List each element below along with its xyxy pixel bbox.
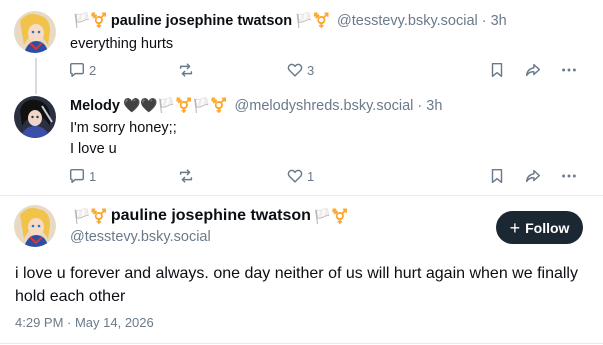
- profile-flag-emoji: 🏳️⚧️: [313, 207, 349, 224]
- post-text: I'm sorry honey;; I love u: [70, 118, 177, 160]
- avatar[interactable]: [14, 96, 56, 138]
- post-timestamp[interactable]: 4:29 PM · May 14, 2026: [15, 315, 154, 330]
- bookmark-icon: [488, 167, 506, 185]
- post-header: 🏳️⚧️ pauline josephine twatson 🏳️⚧️ @tes…: [70, 12, 507, 29]
- like-count: 3: [307, 62, 315, 78]
- author-handle[interactable]: @tesstevy.bsky.social: [70, 229, 211, 245]
- heart-icon: [286, 167, 304, 185]
- post-actions: 1 1: [68, 167, 598, 187]
- divider: [0, 195, 603, 196]
- post-thread: 🏳️⚧️ pauline josephine twatson 🏳️⚧️ @tes…: [0, 0, 603, 345]
- bookmark-icon: [488, 61, 506, 79]
- author-handle[interactable]: @tesstevy.bsky.social: [337, 13, 478, 29]
- like-count: 1: [307, 168, 315, 184]
- more-options-button[interactable]: [560, 167, 578, 185]
- repost-button[interactable]: [177, 61, 198, 79]
- repost-icon: [177, 167, 195, 185]
- profile-flag-emoji: 🖤🖤🏳️⚧️🏳️⚧️: [122, 97, 228, 113]
- like-button[interactable]: 1: [286, 167, 314, 185]
- repost-icon: [177, 61, 195, 79]
- profile-flag-emoji: 🏳️⚧️: [295, 12, 331, 28]
- share-icon: [524, 167, 542, 185]
- post-text: everything hurts: [70, 34, 173, 55]
- bookmark-button[interactable]: [488, 61, 506, 79]
- post-text-line: I'm sorry honey;;: [70, 120, 177, 136]
- divider: [0, 343, 603, 344]
- reply-icon: [68, 167, 86, 185]
- post-time[interactable]: 3h: [426, 98, 442, 114]
- reply-count: 1: [89, 168, 97, 184]
- reply-button[interactable]: 1: [68, 167, 96, 185]
- author-handle[interactable]: @melodyshreds.bsky.social: [235, 98, 414, 114]
- author-name[interactable]: pauline josephine twatson: [111, 207, 311, 225]
- profile-flag-emoji: 🏳️⚧️: [73, 12, 108, 28]
- share-button[interactable]: [524, 167, 542, 185]
- share-button[interactable]: [524, 61, 542, 79]
- like-button[interactable]: 3: [286, 61, 314, 79]
- repost-button[interactable]: [177, 167, 198, 185]
- post-actions: 2 3: [68, 61, 598, 81]
- main-post-text: i love u forever and always. one day nei…: [15, 265, 578, 305]
- main-author-name-row: 🏳️⚧️ pauline josephine twatson 🏳️⚧️: [70, 207, 352, 225]
- plus-icon: +: [509, 217, 521, 238]
- heart-icon: [286, 61, 304, 79]
- reply-count: 2: [89, 62, 97, 78]
- share-icon: [524, 61, 542, 79]
- follow-button[interactable]: + Follow: [496, 211, 583, 244]
- author-name[interactable]: pauline josephine twatson: [111, 13, 292, 29]
- author-name[interactable]: Melody: [70, 98, 120, 114]
- more-icon: [560, 61, 578, 79]
- bookmark-button[interactable]: [488, 167, 506, 185]
- post-text-line: everything hurts: [70, 36, 174, 52]
- post-text-line: I love u: [70, 141, 117, 157]
- profile-flag-emoji: 🏳️⚧️: [73, 207, 108, 224]
- reply-button[interactable]: 2: [68, 61, 96, 79]
- avatar[interactable]: [14, 11, 56, 53]
- separator-dot: ·: [481, 12, 487, 29]
- reply-icon: [68, 61, 86, 79]
- avatar[interactable]: [14, 205, 56, 247]
- separator-dot: ·: [417, 97, 423, 114]
- post-header: Melody 🖤🖤🏳️⚧️🏳️⚧️ @melodyshreds.bsky.soc…: [70, 97, 442, 114]
- more-options-button[interactable]: [560, 61, 578, 79]
- post-time[interactable]: 3h: [491, 13, 507, 29]
- follow-label: Follow: [525, 219, 570, 236]
- more-icon: [560, 167, 578, 185]
- thread-connector: [35, 58, 37, 94]
